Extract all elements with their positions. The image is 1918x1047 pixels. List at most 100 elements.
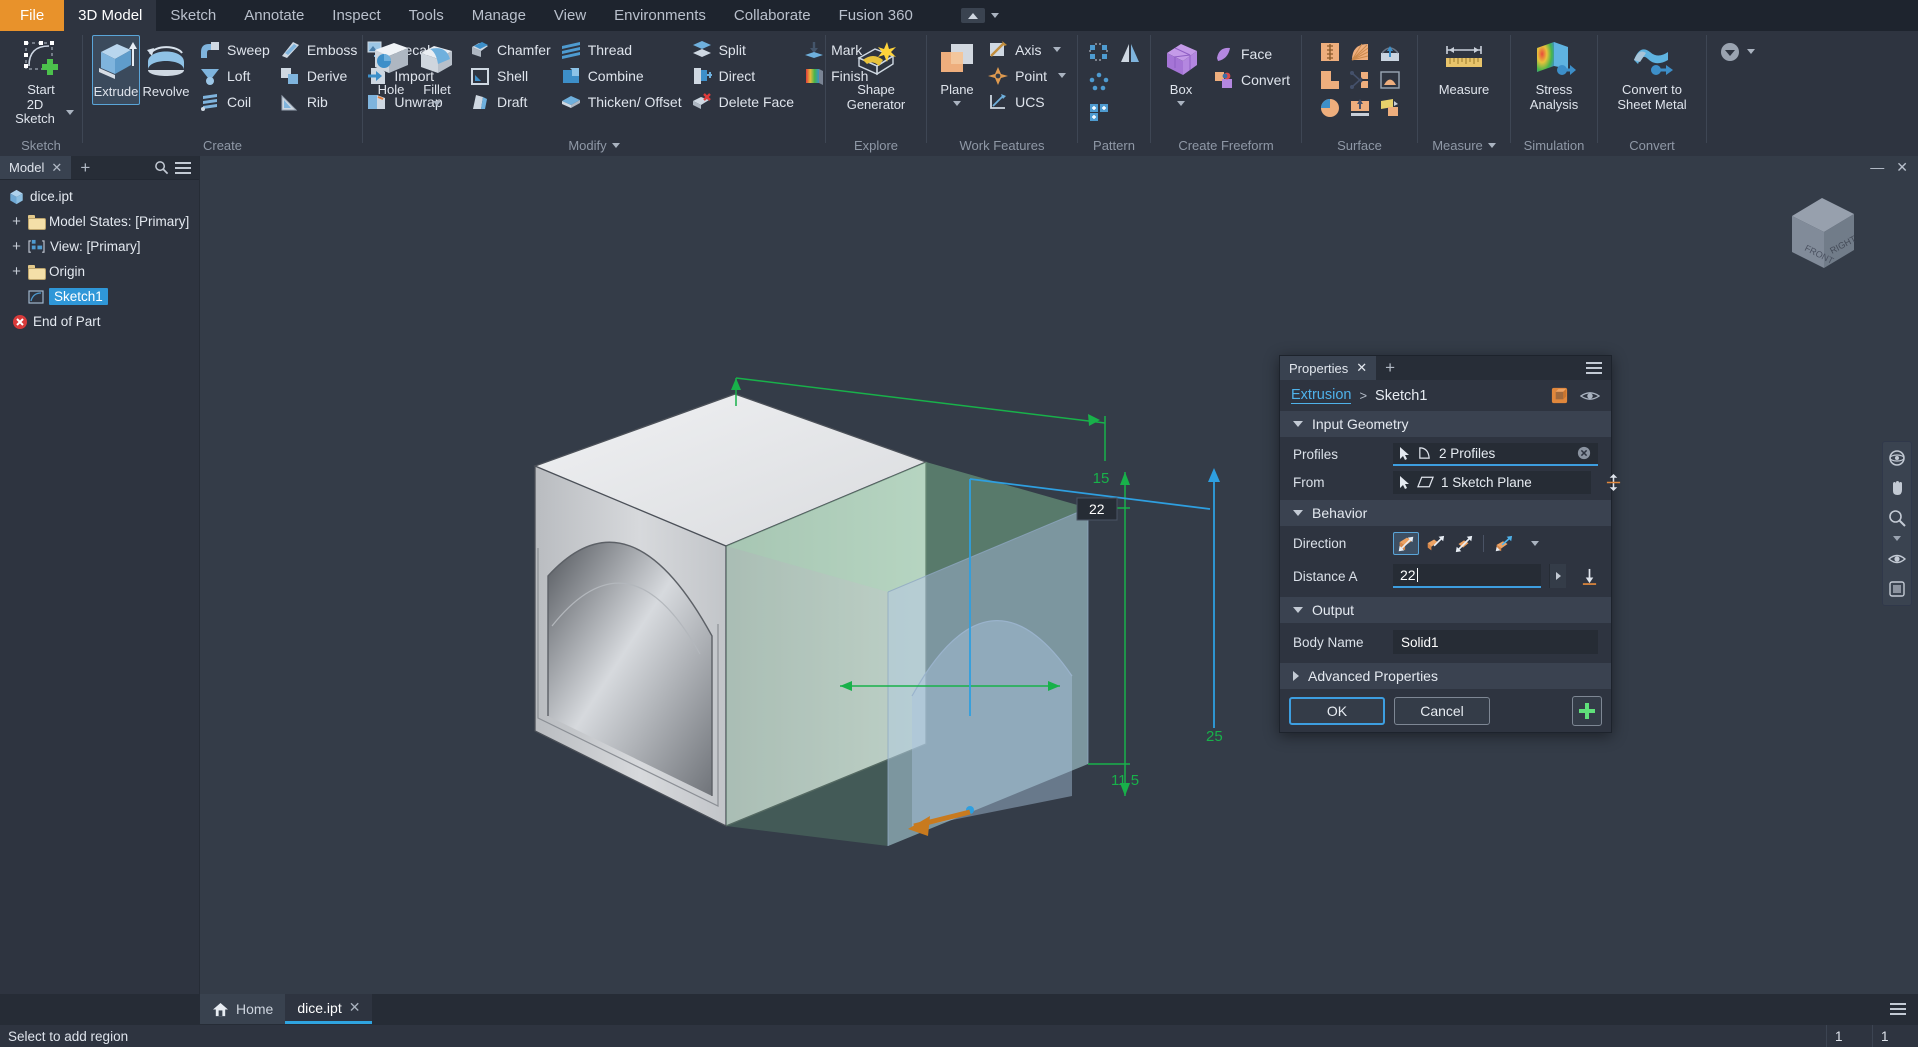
sculpt-icon[interactable] [1346, 39, 1374, 65]
tab-3d-model[interactable]: 3D Model [64, 0, 157, 31]
loft-button[interactable]: Loft [196, 63, 276, 88]
ok-button[interactable]: OK [1289, 696, 1385, 725]
direction-flipped-button[interactable] [1422, 532, 1448, 555]
chevron-down-icon[interactable] [1052, 47, 1061, 52]
start-2d-sketch-button[interactable]: Start 2D Sketch [5, 35, 77, 132]
convert-button[interactable]: Convert [1210, 67, 1296, 92]
direction-button-group[interactable] [1393, 532, 1598, 555]
properties-panel[interactable]: Properties ✕ + Extrusion > Sketch1 Input… [1279, 355, 1621, 733]
ucs-button[interactable]: UCS [984, 89, 1072, 114]
flip-from-icon[interactable] [1605, 473, 1622, 492]
section-output[interactable]: Output [1280, 597, 1611, 623]
sweep-button[interactable]: Sweep [196, 37, 276, 62]
chevron-down-icon[interactable] [953, 100, 962, 106]
close-icon[interactable]: ✕ [1356, 360, 1367, 376]
section-advanced-properties[interactable]: Advanced Properties [1280, 663, 1611, 689]
face-button[interactable]: Face [1210, 41, 1296, 66]
direction-default-button[interactable] [1393, 532, 1419, 555]
stress-analysis-button[interactable]: Stress Analysis [1516, 35, 1592, 117]
file-menu-button[interactable]: File [0, 0, 65, 31]
tree-item-origin[interactable]: + Origin [4, 259, 199, 284]
section-input-geometry[interactable]: Input Geometry [1280, 411, 1611, 437]
tab-view[interactable]: View [540, 0, 600, 31]
draft-button[interactable]: Draft [466, 89, 557, 114]
ruled-surface-icon[interactable] [1376, 95, 1404, 121]
doc-tabs-menu[interactable] [1890, 994, 1918, 1024]
direction-asymmetric-button[interactable] [1490, 532, 1516, 555]
thicken-offset-button[interactable]: Thicken/ Offset [557, 89, 688, 114]
doc-tabs-menu-icon[interactable] [1890, 1003, 1906, 1015]
extend-icon[interactable] [1316, 67, 1344, 93]
thread-button[interactable]: Thread [557, 37, 688, 62]
browser-tab-model[interactable]: Model ✕ [0, 156, 72, 179]
from-field[interactable]: 1 Sketch Plane [1393, 470, 1591, 494]
rectangular-pattern-icon[interactable] [1085, 39, 1113, 65]
measure-distance-icon[interactable] [1581, 567, 1598, 586]
tab-fusion-360[interactable]: Fusion 360 [825, 0, 927, 31]
tree-item-sketch1[interactable]: Sketch1 [4, 284, 199, 309]
stitch-icon[interactable] [1316, 39, 1344, 65]
distance-a-dropdown[interactable] [1549, 564, 1566, 588]
extrude-button[interactable]: Extrude [92, 35, 140, 105]
collapse-ribbon-icon[interactable] [960, 8, 985, 23]
shell-button[interactable]: Shell [466, 63, 557, 88]
visibility-eye-icon[interactable] [1580, 389, 1600, 403]
cancel-button[interactable]: Cancel [1394, 696, 1490, 725]
combine-button[interactable]: Combine [557, 63, 688, 88]
chevron-down-icon[interactable] [1487, 143, 1496, 148]
tab-manage[interactable]: Manage [458, 0, 540, 31]
fillet-button[interactable]: Fillet [414, 35, 460, 111]
add-tab-icon[interactable]: + [71, 156, 99, 179]
direct-button[interactable]: Direct [688, 63, 800, 88]
shape-generator-button[interactable]: Shape Generator [831, 35, 921, 117]
convert-to-sheet-metal-button[interactable]: Convert to Sheet Metal [1603, 35, 1701, 117]
tree-item-view[interactable]: + View: [Primary] [4, 234, 199, 259]
tree-item-end-of-part[interactable]: End of Part [4, 309, 199, 334]
coil-button[interactable]: Coil [196, 89, 276, 114]
mirror-icon[interactable] [1116, 35, 1144, 113]
split-button[interactable]: Split [688, 37, 800, 62]
emboss-button[interactable]: Emboss [276, 37, 364, 62]
tab-sketch[interactable]: Sketch [156, 0, 230, 31]
boundary-patch-icon[interactable] [1316, 95, 1344, 121]
chevron-down-icon[interactable] [66, 109, 74, 115]
direction-symmetric-button[interactable] [1451, 532, 1477, 555]
properties-menu-icon[interactable] [1577, 356, 1611, 380]
sketch-driven-pattern-icon[interactable] [1085, 99, 1113, 125]
clear-selection-icon[interactable] [1577, 446, 1591, 460]
box-button[interactable]: Box [1156, 35, 1206, 111]
tab-properties[interactable]: Properties ✕ [1280, 356, 1377, 380]
tab-dice-ipt[interactable]: dice.ipt ✕ [285, 994, 373, 1024]
chamfer-button[interactable]: Chamfer [466, 37, 557, 62]
circular-pattern-icon[interactable] [1085, 69, 1113, 95]
body-name-input[interactable]: Solid1 [1393, 630, 1598, 654]
chevron-down-icon[interactable] [1531, 541, 1539, 546]
point-button[interactable]: Point [984, 63, 1072, 88]
tab-collaborate[interactable]: Collaborate [720, 0, 825, 31]
tab-inspect[interactable]: Inspect [318, 0, 394, 31]
tree-item-document[interactable]: dice.ipt [4, 184, 199, 209]
expand-icon[interactable]: + [10, 214, 23, 229]
quick-access-toolbar[interactable] [951, 0, 1009, 31]
appearance-override-icon[interactable] [1719, 41, 1741, 63]
trim-icon[interactable] [1346, 67, 1374, 93]
expand-icon[interactable]: + [10, 264, 23, 279]
add-tab-icon[interactable]: + [1376, 356, 1404, 380]
chevron-down-icon[interactable] [1058, 73, 1066, 78]
axis-button[interactable]: Axis [984, 37, 1072, 62]
add-feature-button[interactable] [1572, 695, 1602, 726]
derive-button[interactable]: Derive [276, 63, 364, 88]
3d-viewport[interactable]: — ✕ FRONT RIGHT 25 11.5 15 22 Properties… [200, 156, 1918, 994]
patch-icon[interactable] [1376, 39, 1404, 65]
expand-icon[interactable]: + [10, 239, 23, 254]
thicken-surface-icon[interactable] [1346, 95, 1374, 121]
close-icon[interactable]: ✕ [349, 999, 361, 1016]
measure-button[interactable]: Measure [1423, 35, 1505, 103]
tab-environments[interactable]: Environments [600, 0, 720, 31]
chevron-down-icon[interactable] [432, 100, 441, 106]
revolve-button[interactable]: Revolve [140, 35, 192, 105]
rib-button[interactable]: Rib [276, 89, 364, 114]
delete-face-button[interactable]: Delete Face [688, 89, 800, 114]
tab-tools[interactable]: Tools [395, 0, 458, 31]
tree-item-model-states[interactable]: + Model States: [Primary] [4, 209, 199, 234]
